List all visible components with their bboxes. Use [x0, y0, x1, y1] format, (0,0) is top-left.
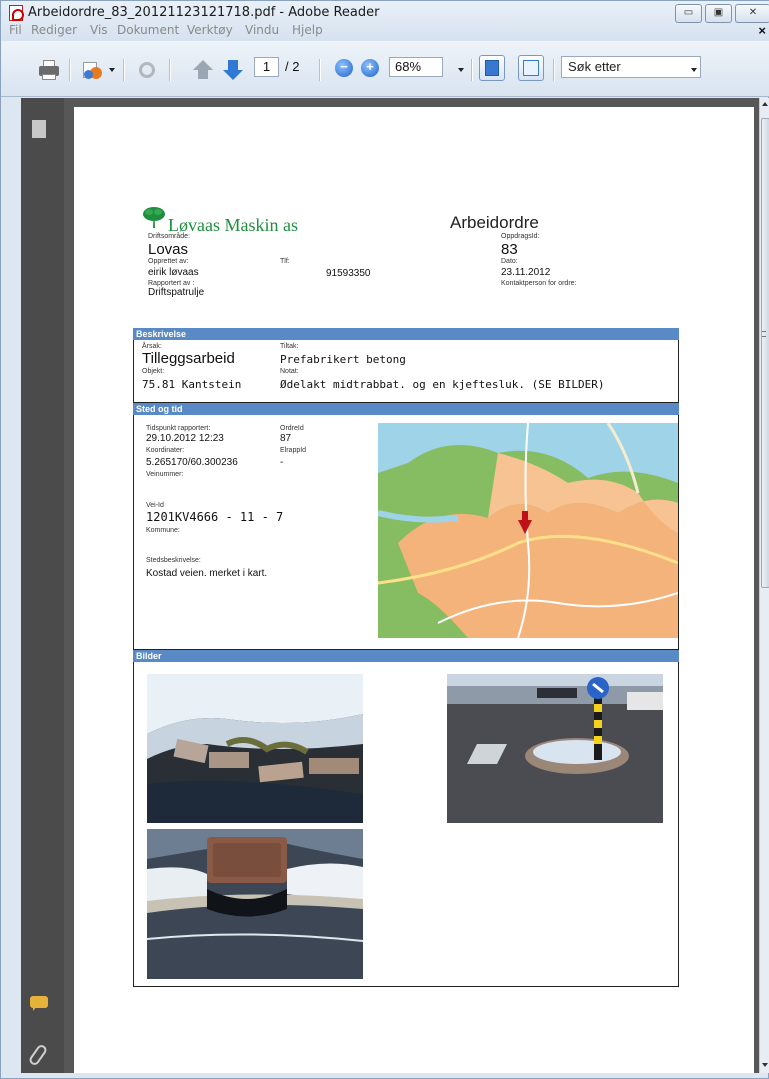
field-label: Kontaktperson for ordre:: [501, 280, 577, 287]
chevron-down-icon[interactable]: [458, 68, 464, 72]
field-label: Vei-Id: [146, 502, 164, 509]
adobe-reader-icon: [9, 5, 24, 21]
minimize-icon: ▭: [683, 7, 694, 18]
photo-traffic-island: [447, 674, 663, 823]
tidspunkt-value: 29.10.2012 12:23: [146, 433, 224, 444]
scroll-thumb[interactable]: [761, 118, 769, 588]
restore-icon: ▣: [713, 7, 724, 18]
notat-value: Ødelakt midtrabbat. og en kjeftesluk. (S…: [280, 378, 605, 391]
rapportert-value: Driftspatrulje: [148, 287, 205, 298]
menu-vindu[interactable]: Vindu: [245, 23, 279, 37]
page-total: / 2: [285, 59, 300, 74]
toolbar-separator: [69, 59, 71, 81]
map-graphic: [378, 423, 678, 638]
toolbar: 1 / 2 − + 68% Søk etter: [1, 41, 769, 97]
zoom-input[interactable]: 68%: [389, 57, 443, 77]
document-close-button[interactable]: ×: [758, 23, 766, 38]
toolbar-separator: [169, 59, 171, 81]
dato-value: 23.11.2012: [501, 267, 551, 278]
scroll-down-icon[interactable]: [762, 1063, 768, 1067]
field-label: Tiltak:: [280, 343, 299, 350]
hand-icon[interactable]: [135, 58, 159, 82]
collaborate-icon[interactable]: [81, 58, 105, 82]
printer-icon[interactable]: [37, 58, 61, 82]
koordinater-value: 5.265170/60.300236: [146, 457, 238, 468]
zoom-in-button[interactable]: +: [361, 59, 379, 77]
zoom-in-icon: +: [366, 59, 374, 74]
toolbar-separator: [553, 59, 555, 81]
photo-drain-cover: [147, 829, 363, 979]
photo-curbstones: [147, 674, 363, 823]
pdf-page: Løvaas Maskin as Arbeidordre Driftsområd…: [74, 107, 754, 1073]
maximize-button[interactable]: ▣: [705, 4, 732, 23]
veiid-value: 1201KV4666 - 11 - 7: [146, 510, 284, 524]
field-label: Dato:: [501, 258, 518, 265]
menu-dokument[interactable]: Dokument: [117, 23, 179, 37]
menu-rediger[interactable]: Rediger: [31, 23, 77, 37]
scroll-up-icon[interactable]: [762, 102, 768, 106]
page-number-input[interactable]: 1: [254, 57, 279, 77]
menu-fil[interactable]: Fil: [9, 23, 22, 37]
menu-verktoy[interactable]: Verktøy: [187, 23, 233, 37]
close-icon: ✕: [748, 7, 758, 18]
comment-icon[interactable]: [30, 996, 48, 1011]
field-label: Veinummer:: [146, 471, 184, 478]
objekt-value: 75.81 Kantstein: [142, 378, 242, 391]
ordreid-value: 87: [280, 433, 292, 444]
toolbar-separator: [319, 59, 321, 81]
field-label: ElrappId: [280, 447, 307, 454]
field-label: Notat:: [280, 368, 299, 375]
arrow-up-icon[interactable]: [191, 58, 215, 82]
field-label: Opprettet av:: [148, 258, 189, 265]
tlf-value: 91593350: [326, 268, 371, 279]
location-map: [378, 423, 678, 638]
field-label: OppdragsId:: [501, 233, 540, 240]
field-label: Stedsbeskrivelse:: [146, 557, 201, 564]
section-sted-og-tid: Sted og tid: [133, 403, 679, 415]
arrow-down-icon[interactable]: [221, 58, 245, 82]
navigation-pane: [21, 98, 64, 1073]
field-label: Kommune:: [146, 527, 180, 534]
close-button[interactable]: ✕: [735, 4, 769, 23]
reader-window: Arbeidordre_83_20121123121718.pdf - Adob…: [0, 0, 769, 1079]
zoom-out-icon: −: [340, 59, 348, 74]
window-title: Arbeidordre_83_20121123121718.pdf - Adob…: [28, 5, 380, 20]
elrappid-value: -: [280, 457, 284, 468]
section-bilder: Bilder: [133, 650, 679, 662]
minimize-button[interactable]: ▭: [675, 4, 702, 23]
oppdragsid-value: 83: [501, 241, 518, 258]
field-label: Koordinater:: [146, 447, 185, 454]
chevron-down-icon[interactable]: [109, 68, 115, 72]
stedsbeskrivelse-value: Kostad veien. merket i kart.: [146, 568, 268, 579]
chevron-down-icon[interactable]: [691, 68, 697, 72]
fit-page-icon[interactable]: [518, 55, 544, 81]
menu-bar: Fil Rediger Vis Dokument Verktøy Vindu H…: [1, 23, 769, 41]
field-label: Tidspunkt rapportert:: [146, 425, 211, 432]
menu-vis[interactable]: Vis: [90, 23, 108, 37]
vertical-scrollbar[interactable]: [759, 98, 769, 1073]
field-label: Tlf:: [280, 258, 290, 265]
document-title: Arbeidordre: [450, 213, 539, 232]
document-area: Løvaas Maskin as Arbeidordre Driftsområd…: [64, 98, 759, 1073]
attachment-icon[interactable]: [27, 1043, 49, 1067]
fit-width-icon[interactable]: [479, 55, 505, 81]
toolbar-separator: [471, 59, 473, 81]
scroll-grip-icon: [762, 331, 766, 337]
toolbar-separator: [123, 59, 125, 81]
opprettet-value: eirik løvaas: [148, 267, 199, 278]
field-label: Årsak:: [142, 343, 162, 350]
field-label: Rapportert av :: [148, 280, 195, 287]
tree-logo-icon: [143, 207, 165, 228]
menu-hjelp[interactable]: Hjelp: [292, 23, 323, 37]
pages-icon[interactable]: [29, 117, 46, 138]
section-beskrivelse: Beskrivelse: [133, 328, 679, 340]
zoom-out-button[interactable]: −: [335, 59, 353, 77]
tiltak-value: Prefabrikert betong: [280, 353, 406, 366]
search-input[interactable]: Søk etter: [561, 56, 701, 78]
driftsomrade-value: Lovas: [148, 241, 189, 258]
field-label: OrdreId: [280, 425, 304, 432]
arsak-value: Tilleggsarbeid: [142, 350, 235, 367]
field-label: Objekt:: [142, 368, 165, 375]
field-label: Driftsområde:: [148, 233, 191, 240]
